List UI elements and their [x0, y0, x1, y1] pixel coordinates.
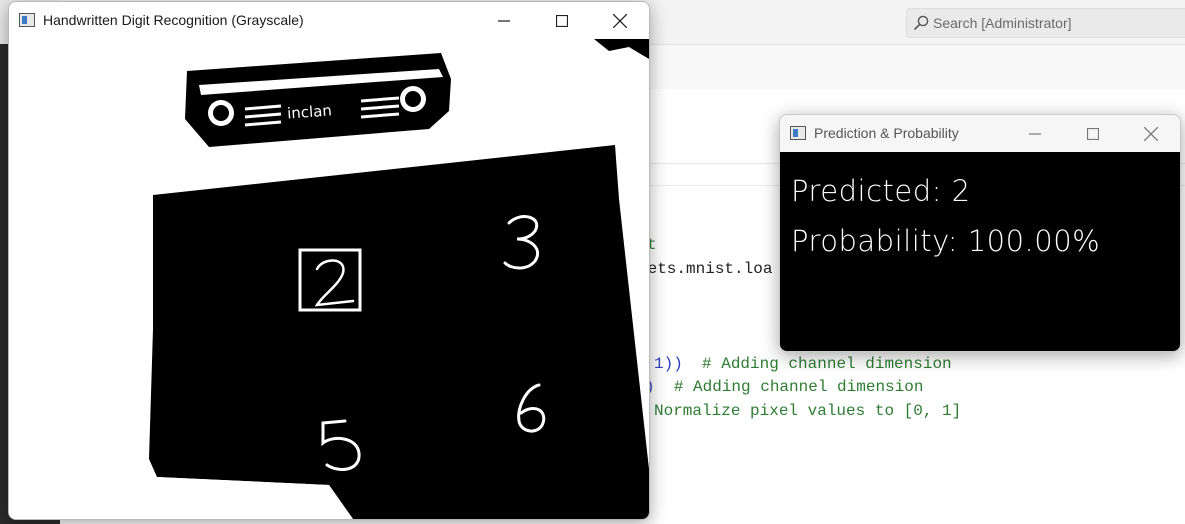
app-icon [19, 13, 35, 27]
minimize-icon [498, 19, 510, 22]
device-label: inclan [286, 101, 332, 122]
close-icon [613, 13, 627, 28]
search-box[interactable]: Search [Administrator] [906, 8, 1185, 38]
code-line: 1)) # Adding channel dimension [654, 355, 952, 373]
search-placeholder: Search [Administrator] [933, 15, 1072, 31]
maximize-icon [1087, 127, 1099, 140]
probability-value: 100.00% [967, 224, 1101, 258]
window-titlebar[interactable]: Prediction & Probability [780, 115, 1180, 152]
close-icon [1144, 126, 1158, 141]
maximize-button[interactable] [533, 2, 591, 39]
prediction-canvas: Predicted: 2 Probability: 100.00% [780, 152, 1180, 351]
grayscale-image-canvas: inclan [9, 39, 649, 519]
code-line: sets.mnist.loa [638, 260, 773, 278]
predicted-label: Predicted: [791, 174, 942, 208]
window-titlebar[interactable]: Handwritten Digit Recognition (Grayscale… [9, 2, 649, 39]
prediction-window[interactable]: Prediction & Probability Predicted: 2 Pr… [779, 114, 1181, 352]
minimize-button[interactable] [1006, 115, 1064, 152]
probability-row: Probability: 100.00% [791, 224, 1100, 258]
window-title: Handwritten Digit Recognition (Grayscale… [43, 12, 304, 28]
minimize-icon [1029, 132, 1041, 135]
search-icon [913, 15, 929, 31]
maximize-icon [556, 14, 568, 27]
close-button[interactable] [591, 2, 649, 39]
code-line: ) # Adding channel dimension [645, 378, 924, 396]
predicted-value: 2 [951, 174, 971, 208]
probability-label: Probability: [791, 224, 958, 258]
predicted-row: Predicted: 2 [791, 174, 971, 208]
digit-recognition-window[interactable]: Handwritten Digit Recognition (Grayscale… [8, 1, 650, 520]
grayscale-image: inclan [9, 39, 649, 519]
app-icon [790, 126, 806, 140]
code-line: Normalize pixel values to [0, 1] [654, 402, 962, 420]
window-title: Prediction & Probability [814, 125, 959, 141]
minimize-button[interactable] [475, 2, 533, 39]
close-button[interactable] [1122, 115, 1180, 152]
maximize-button[interactable] [1064, 115, 1122, 152]
